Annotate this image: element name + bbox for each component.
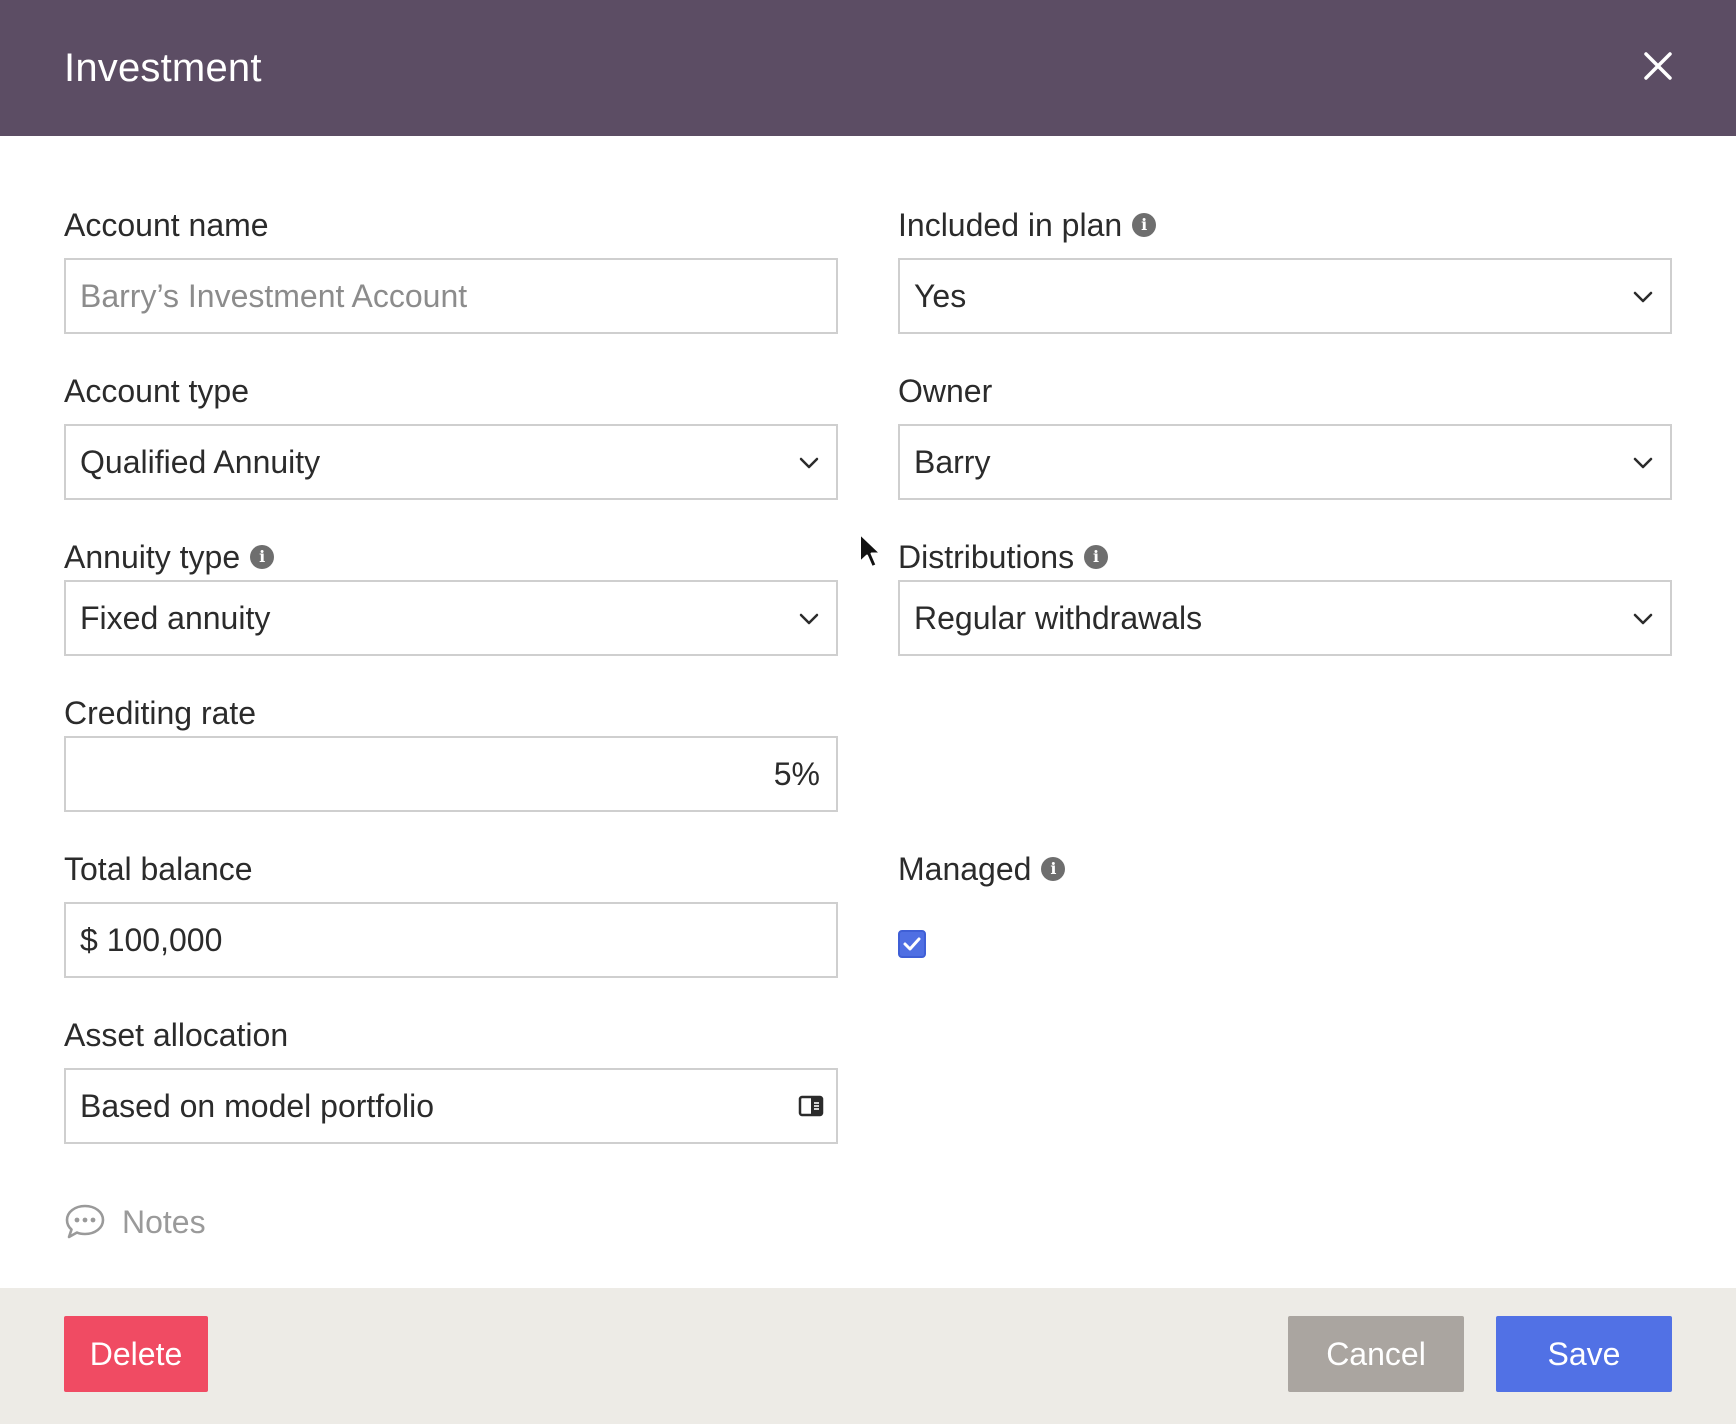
- info-icon[interactable]: i: [250, 545, 275, 569]
- owner-label: Owner: [898, 373, 993, 409]
- modal-footer: Delete Cancel Save: [0, 1288, 1736, 1424]
- modal-header: Investment: [0, 0, 1736, 136]
- crediting-rate-input[interactable]: 5%: [64, 736, 838, 812]
- account-name-label: Account name: [64, 207, 269, 243]
- account-type-select[interactable]: Qualified Annuity: [64, 424, 838, 500]
- info-icon[interactable]: i: [1132, 213, 1157, 237]
- account-type-label: Account type: [64, 373, 249, 409]
- distributions-select[interactable]: Regular withdrawals: [898, 580, 1672, 656]
- info-icon[interactable]: i: [1084, 545, 1109, 569]
- checkmark-icon: [903, 937, 921, 951]
- chevron-down-icon: [1630, 450, 1656, 476]
- total-balance-input[interactable]: $ 100,000: [64, 902, 838, 978]
- managed-label: Managed i: [898, 849, 1066, 889]
- modal-title: Investment: [64, 46, 262, 90]
- investment-modal: Investment Account name Barry’s Investme…: [0, 0, 1736, 1424]
- close-icon: [1644, 52, 1672, 80]
- included-in-plan-select[interactable]: Yes: [898, 258, 1672, 334]
- asset-allocation-field[interactable]: Based on model portfolio: [64, 1068, 838, 1144]
- annuity-type-select[interactable]: Fixed annuity: [64, 580, 838, 656]
- account-name-input[interactable]: Barry’s Investment Account: [64, 258, 838, 334]
- mouse-cursor: [858, 532, 882, 570]
- chevron-down-icon: [796, 450, 822, 476]
- included-in-plan-label: Included in plan i: [898, 205, 1157, 245]
- close-button[interactable]: [1636, 44, 1680, 88]
- distributions-label: Distributions i: [898, 537, 1109, 577]
- delete-button[interactable]: Delete: [64, 1316, 208, 1392]
- speech-bubble-icon: [65, 1204, 105, 1239]
- notes-link[interactable]: Notes: [64, 1200, 206, 1244]
- total-balance-label: Total balance: [64, 851, 253, 887]
- side-panel-icon: [798, 1094, 824, 1118]
- pointer-arrow-icon: [859, 533, 882, 568]
- managed-checkbox[interactable]: [898, 930, 926, 958]
- notes-label: Notes: [122, 1203, 206, 1240]
- chevron-down-icon: [796, 606, 822, 632]
- asset-allocation-label: Asset allocation: [64, 1017, 289, 1053]
- crediting-rate-label: Crediting rate: [64, 695, 257, 731]
- owner-select[interactable]: Barry: [898, 424, 1672, 500]
- save-button[interactable]: Save: [1496, 1316, 1672, 1392]
- info-icon[interactable]: i: [1041, 857, 1066, 881]
- cancel-button[interactable]: Cancel: [1288, 1316, 1464, 1392]
- annuity-type-label: Annuity type i: [64, 537, 275, 577]
- chevron-down-icon: [1630, 606, 1656, 632]
- chevron-down-icon: [1630, 284, 1656, 310]
